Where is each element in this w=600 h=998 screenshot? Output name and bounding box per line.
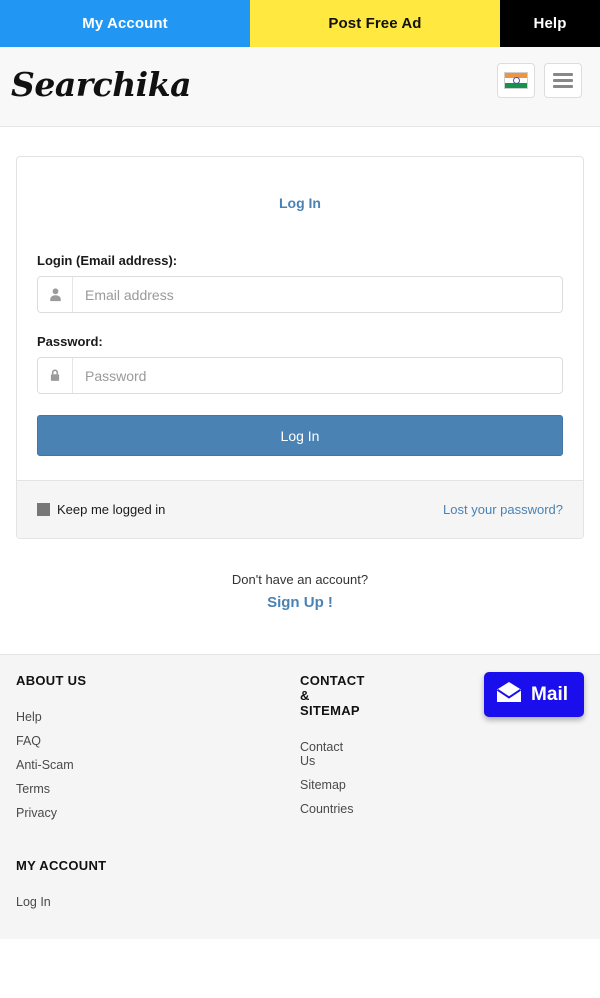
mail-floating-button[interactable]: Mail <box>484 672 584 717</box>
nav-item-post-free-ad-label: Post Free Ad <box>328 15 422 32</box>
site-header: Searchika <box>0 47 600 127</box>
login-panel-footer: Keep me logged in Lost your password? <box>17 480 583 538</box>
lost-password-link[interactable]: Lost your password? <box>443 502 563 517</box>
signup-question: Don't have an account? <box>231 572 369 587</box>
envelope-icon <box>496 681 522 708</box>
hamburger-menu-icon <box>553 73 573 88</box>
site-logo[interactable]: Searchika <box>11 65 191 104</box>
india-flag-icon <box>504 72 528 89</box>
keep-me-logged-in-label: Keep me logged in <box>57 502 166 517</box>
login-submit-button[interactable]: Log In <box>37 415 563 456</box>
lock-icon <box>38 358 73 393</box>
language-flag-button[interactable] <box>497 63 535 98</box>
nav-item-help[interactable]: Help <box>500 0 600 47</box>
login-panel-body: Log In Login (Email address): Password: … <box>17 157 583 480</box>
footer-column-contact-sitemap: CONTACT & SITEMAP Contact Us Sitemap Cou… <box>300 673 365 816</box>
email-input-group[interactable] <box>37 276 563 313</box>
nav-item-post-free-ad[interactable]: Post Free Ad <box>250 0 500 47</box>
top-navigation-bar: My Account Post Free Ad Help <box>0 0 600 47</box>
nav-item-my-account-label: My Account <box>82 15 168 32</box>
password-field-label: Password: <box>37 334 103 349</box>
nav-item-my-account[interactable]: My Account <box>0 0 250 47</box>
mail-floating-button-label: Mail <box>531 683 568 705</box>
user-icon <box>38 277 73 312</box>
checkbox-square-icon[interactable] <box>37 503 50 516</box>
password-field[interactable] <box>73 358 562 393</box>
page-title: Log In <box>279 195 321 211</box>
header-actions <box>497 63 582 98</box>
hamburger-menu-button[interactable] <box>544 63 582 98</box>
footer-link-log-in[interactable]: Log In <box>16 895 584 909</box>
footer-heading-my-account: MY ACCOUNT <box>16 858 107 873</box>
signup-link[interactable]: Sign Up ! <box>267 594 333 611</box>
signup-prompt: Don't have an account? Sign Up ! <box>0 572 600 612</box>
password-input-group[interactable] <box>37 357 563 394</box>
nav-item-help-label: Help <box>533 15 567 32</box>
email-field-label: Login (Email address): <box>37 253 178 268</box>
email-field[interactable] <box>73 277 562 312</box>
site-footer: ABOUT US Help FAQ Anti-Scam Terms Privac… <box>0 654 600 939</box>
footer-column-my-account: MY ACCOUNT Log In <box>16 858 584 909</box>
keep-me-logged-in-checkbox[interactable]: Keep me logged in <box>37 502 165 517</box>
login-panel: Log In Login (Email address): Password: … <box>16 156 584 539</box>
